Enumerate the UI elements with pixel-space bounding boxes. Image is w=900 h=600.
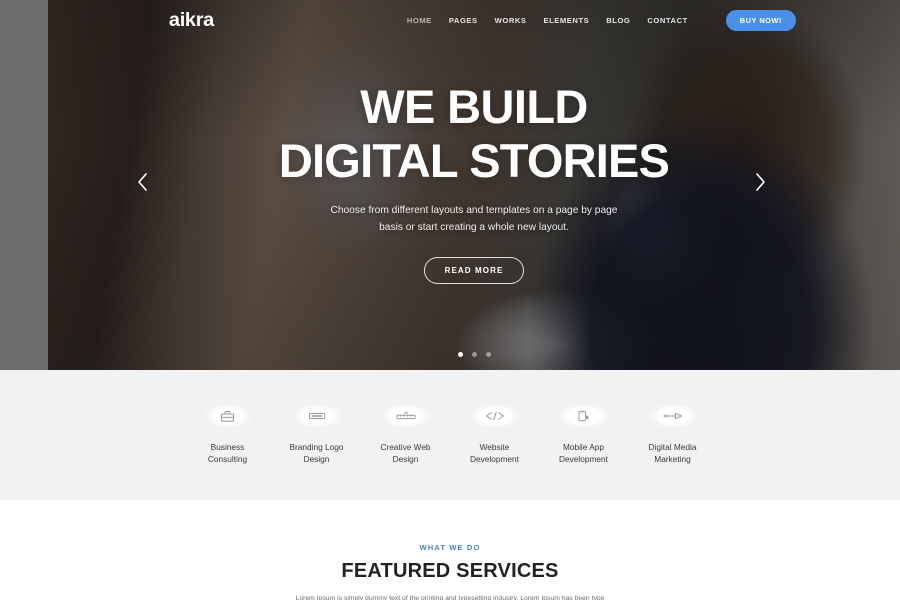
read-more-button[interactable]: READ MORE bbox=[423, 256, 525, 284]
service-label: Branding Logo Design bbox=[289, 442, 344, 464]
hero-heading-line-2: DIGITAL STORIES bbox=[278, 133, 670, 187]
slider-prev-button[interactable] bbox=[130, 170, 154, 194]
service-label: Mobile App Development bbox=[559, 442, 608, 464]
nav-item-elements[interactable]: ELEMENTS bbox=[544, 16, 590, 25]
megaphone-icon bbox=[641, 400, 704, 432]
nav-item-contact[interactable]: CONTACT bbox=[647, 16, 687, 25]
service-item-business-consulting[interactable]: Business Consulting bbox=[183, 400, 272, 466]
hero-heading-line-1: WE BUILD bbox=[360, 80, 588, 134]
service-item-mobile-app-development[interactable]: Mobile App Development bbox=[539, 400, 628, 466]
tablet-icon bbox=[285, 400, 348, 432]
slider-next-button[interactable] bbox=[748, 170, 772, 194]
logo-text: aikra bbox=[168, 9, 214, 31]
slider-dot-2[interactable] bbox=[471, 352, 477, 357]
service-label: Digital Media Marketing bbox=[648, 442, 697, 464]
featured-description: Lorem Ipsum is simply dummy text of the … bbox=[295, 595, 605, 600]
landing-page: aikra HOME PAGES WORKS ELEMENTS BLOG CON… bbox=[0, 0, 900, 600]
chevron-left-icon bbox=[137, 173, 147, 191]
service-item-creative-web-design[interactable]: Creative Web Design bbox=[361, 400, 450, 466]
nav-item-works[interactable]: WORKS bbox=[495, 16, 527, 25]
hero-subtitle: Choose from different layouts and templa… bbox=[330, 205, 618, 234]
nav-item-home[interactable]: HOME bbox=[407, 16, 432, 25]
service-item-website-development[interactable]: Website Development bbox=[450, 400, 539, 466]
nav-item-blog[interactable]: BLOG bbox=[606, 16, 630, 25]
hero-heading: WE BUILD DIGITAL STORIES bbox=[278, 80, 670, 187]
services-strip: Business Consulting Branding Logo Design bbox=[0, 370, 900, 500]
code-brackets-icon bbox=[463, 400, 526, 432]
slider-pagination bbox=[0, 352, 900, 357]
service-item-digital-media-marketing[interactable]: Digital Media Marketing bbox=[628, 400, 717, 466]
slider-dot-1[interactable] bbox=[457, 352, 463, 357]
main-navigation: HOME PAGES WORKS ELEMENTS BLOG CONTACT bbox=[407, 16, 688, 25]
left-gutter-bar bbox=[0, 0, 48, 370]
nav-item-pages[interactable]: PAGES bbox=[449, 16, 478, 25]
buy-now-button[interactable]: BUY NOW! bbox=[725, 9, 796, 31]
featured-services-section: WHAT WE DO FEATURED SERVICES Lorem Ipsum… bbox=[0, 500, 900, 600]
hero-content: WE BUILD DIGITAL STORIES Choose from dif… bbox=[48, 0, 900, 370]
ruler-pencil-icon bbox=[374, 400, 437, 432]
briefcase-icon bbox=[196, 400, 259, 432]
service-label: Creative Web Design bbox=[380, 442, 431, 464]
featured-eyebrow: WHAT WE DO bbox=[419, 543, 481, 552]
site-logo[interactable]: aikra bbox=[168, 9, 214, 31]
service-label: Website Development bbox=[470, 442, 519, 464]
mobile-cursor-icon bbox=[552, 400, 615, 432]
featured-title: FEATURED SERVICES bbox=[341, 560, 559, 582]
site-header: aikra HOME PAGES WORKS ELEMENTS BLOG CON… bbox=[48, 0, 900, 40]
chevron-right-icon bbox=[755, 173, 765, 191]
service-label: Business Consulting bbox=[207, 442, 248, 464]
slider-dot-3[interactable] bbox=[485, 352, 491, 357]
service-item-branding-logo-design[interactable]: Branding Logo Design bbox=[272, 400, 361, 466]
